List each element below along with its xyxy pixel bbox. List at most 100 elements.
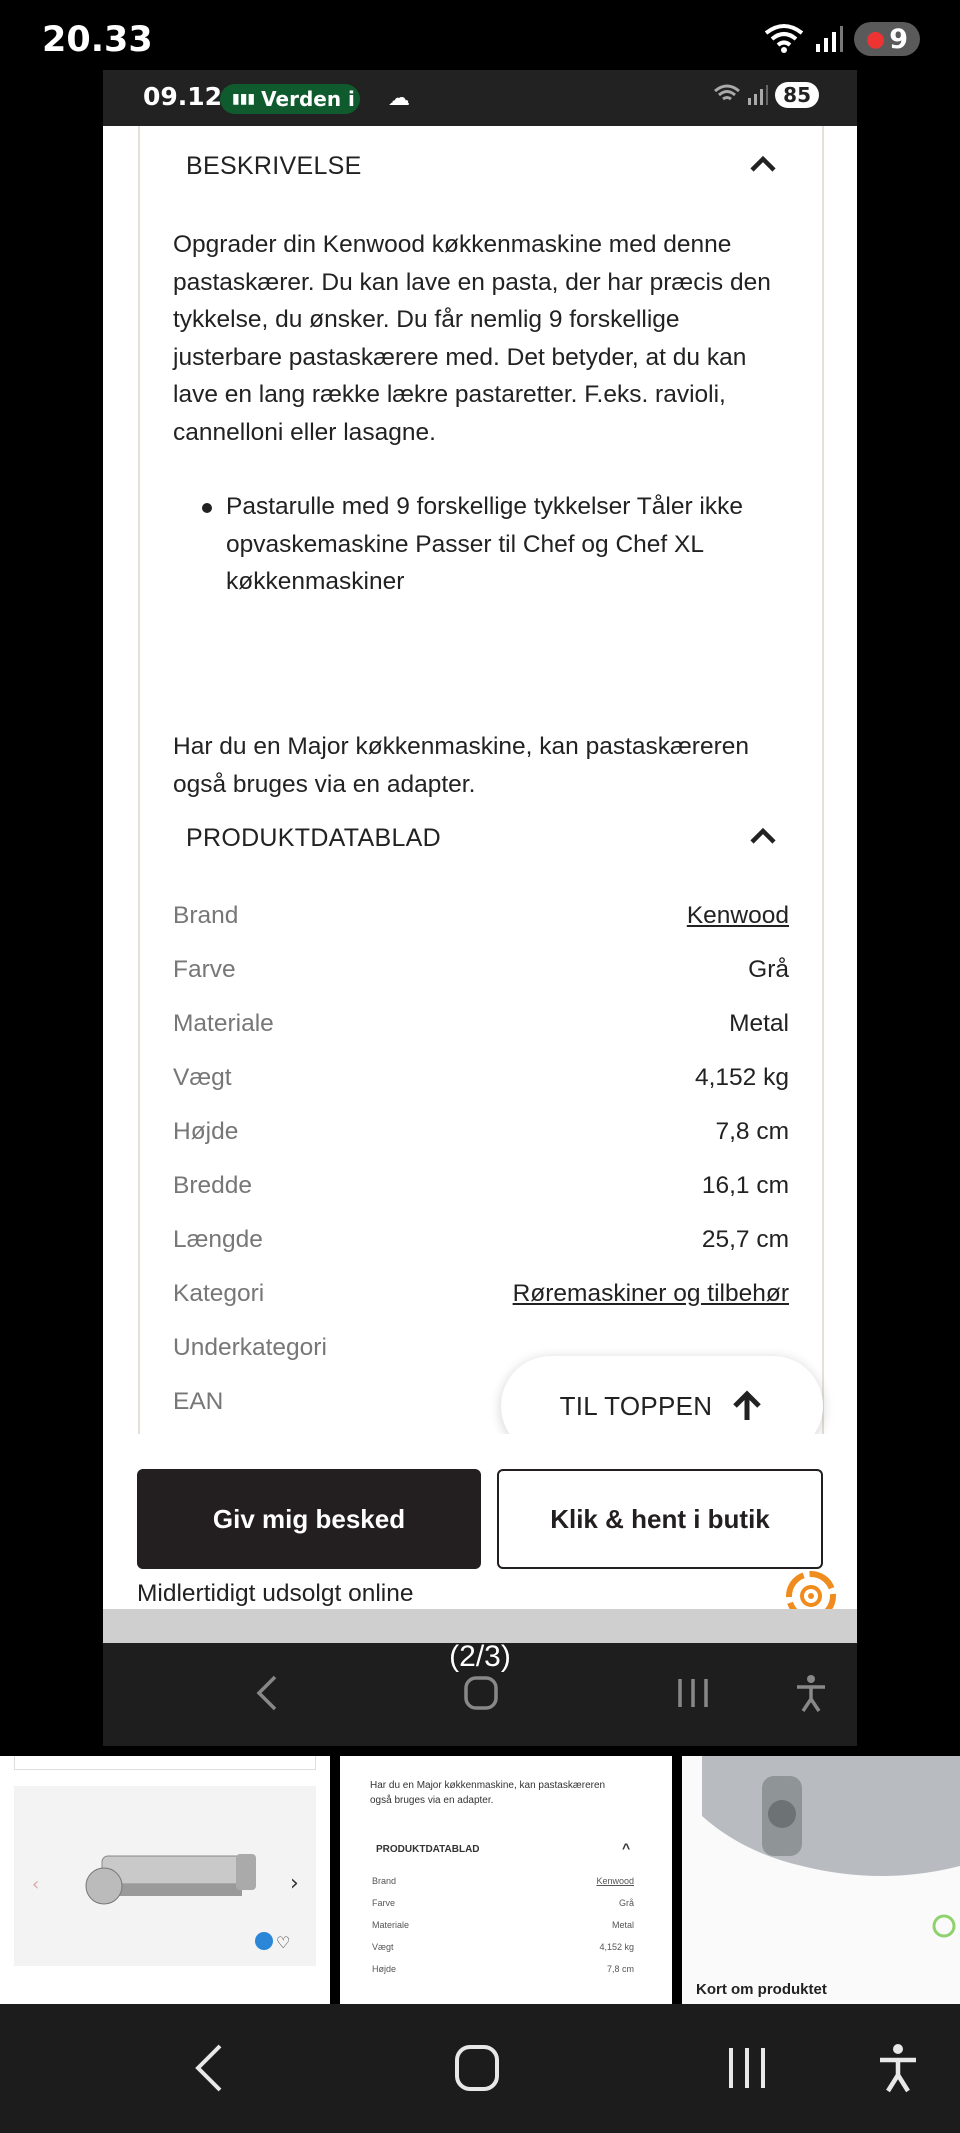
pasta-cutter-image: ‹ › ♡: [32, 1854, 299, 1952]
spec-label: Underkategori: [173, 1334, 327, 1361]
outer-battery-level: 9: [889, 23, 908, 55]
thumb-spec-row: Vægt 4,152 kg: [372, 1942, 634, 1964]
spec-label: Brand: [173, 902, 239, 929]
svg-text:‹: ‹: [32, 1874, 39, 1895]
back-icon[interactable]: [192, 2042, 228, 2094]
purchase-bar: Giv mig besked Klik & hent i butik Midle…: [103, 1434, 857, 1621]
product-details-card: BESKRIVELSE Opgrader din Kenwood køkkenm…: [138, 126, 824, 1504]
arrow-up-icon: [733, 1390, 762, 1420]
description-bullet: Pastarulle med 9 forskellige tykkelser T…: [226, 493, 743, 595]
bullet-dot: [202, 503, 212, 513]
inner-battery-level: 85: [775, 82, 819, 108]
outer-navigation-bar: [0, 2004, 960, 2133]
thumb-note-line: Har du en Major køkkenmaskine, kan pasta…: [370, 1780, 606, 1791]
spec-value: 4,152 kg: [695, 1064, 789, 1091]
spec-label: Længde: [173, 1226, 263, 1253]
thumb-note: Har du en Major køkkenmaskine, kan pasta…: [370, 1778, 605, 1808]
thumb-spec-value: 7,8 cm: [606, 1964, 634, 1974]
description-header[interactable]: BESKRIVELSE: [186, 152, 362, 181]
thumb-spec-label: Farve: [372, 1898, 396, 1908]
gallery-counter: (2/3): [449, 1640, 511, 1673]
thumb-spec-label: Højde: [372, 1964, 397, 1974]
notification-text: Verden i: [261, 87, 355, 111]
recent-apps-icon[interactable]: [725, 2042, 769, 2094]
outer-battery-badge: ● 9: [854, 22, 920, 56]
live-notification-pill[interactable]: ▮▮▮ Verden i: [220, 84, 360, 114]
screenshot-thumbnails: ‹ › ♡ Har du en Major køkkenmaskine, kan…: [0, 1756, 960, 2004]
outer-status-icons: ● 9: [764, 22, 920, 56]
accessibility-icon[interactable]: [793, 1673, 829, 1713]
thumb-spec-label: Brand: [372, 1876, 397, 1886]
spec-row-height: Højde 7,8 cm: [173, 1118, 789, 1158]
spec-label: EAN: [173, 1388, 224, 1415]
wifi-icon: [764, 24, 804, 53]
home-icon[interactable]: [463, 1673, 499, 1713]
click-collect-button[interactable]: Klik & hent i butik: [497, 1469, 823, 1569]
back-to-top-label: TIL TOPPEN: [559, 1390, 713, 1421]
category-link[interactable]: Røremaskiner og tilbehør: [513, 1280, 789, 1308]
spec-row-brand: Brand Kenwood: [173, 902, 789, 942]
adapter-note: Har du en Major køkkenmaskine, kan pasta…: [173, 733, 750, 798]
cloud-icon: ☁: [388, 86, 410, 111]
thumb-spec-row: Brand Kenwood: [372, 1876, 634, 1898]
brand-link[interactable]: Kenwood: [687, 902, 789, 930]
spec-value: 16,1 cm: [701, 1172, 789, 1199]
outer-clock: 20.33: [42, 20, 153, 60]
accessibility-icon[interactable]: [876, 2042, 920, 2094]
spec-value: Grå: [748, 956, 789, 983]
thumbnail-3[interactable]: Kort om produktet: [682, 1756, 960, 2004]
recent-apps-icon[interactable]: [675, 1673, 711, 1713]
thumbnail-1[interactable]: ‹ › ♡: [0, 1756, 330, 2004]
thumb-caption: Kort om produktet: [696, 1981, 827, 1998]
spec-row-length: Længde 25,7 cm: [173, 1226, 789, 1266]
back-icon[interactable]: [253, 1673, 283, 1713]
product-image: ‹ › ♡: [14, 1786, 316, 1966]
thumb-spec-value: Grå: [618, 1898, 634, 1908]
equalizer-icon: ▮▮▮: [232, 91, 256, 107]
inner-status-bar: 09.12 ▮▮▮ Verden i ☁ 85: [103, 70, 857, 126]
spec-label: Materiale: [173, 1010, 274, 1037]
gallery-strip: [103, 1609, 857, 1643]
chevron-up-icon[interactable]: [748, 822, 778, 852]
spec-value: 7,8 cm: [715, 1118, 789, 1145]
datasheet-header[interactable]: PRODUKTDATABLAD: [186, 824, 441, 853]
inner-status-icons: 85: [713, 82, 819, 108]
home-icon[interactable]: [454, 2042, 500, 2094]
signal-icon: [816, 26, 843, 52]
spec-label: Kategori: [173, 1280, 265, 1307]
signal-icon: [748, 85, 769, 105]
spec-label: Vægt: [173, 1064, 232, 1091]
thumb-spec-value: Kenwood: [596, 1876, 634, 1886]
spec-row-weight: Vægt 4,152 kg: [173, 1064, 789, 1104]
spec-row-category: Kategori Røremaskiner og tilbehør: [173, 1280, 789, 1320]
chevron-up-icon[interactable]: [748, 150, 778, 180]
svg-text:›: ›: [290, 1871, 299, 1896]
inner-screenshot: 09.12 ▮▮▮ Verden i ☁ 85 BESKRIVELSE Opgr…: [103, 70, 857, 1746]
thumb-note-line: også bruges via en adapter.: [370, 1795, 494, 1806]
product-page-content: BESKRIVELSE Opgrader din Kenwood køkkenm…: [103, 126, 857, 1504]
outer-status-bar: 20.33 ● 9: [0, 0, 960, 80]
spec-row-material: Materiale Metal: [173, 1010, 789, 1050]
thumb-top-box: [14, 1756, 316, 1770]
spec-value: 25,7 cm: [701, 1226, 789, 1253]
thumb-spec-row: Materiale Metal: [372, 1920, 634, 1942]
battery-saver-icon: ●: [866, 26, 886, 52]
notify-me-button[interactable]: Giv mig besked: [137, 1469, 481, 1569]
stock-status: Midlertidigt udsolgt online: [137, 1580, 414, 1607]
description-paragraph: Opgrader din Kenwood køkkenmaskine med d…: [173, 231, 771, 446]
spec-value: Metal: [729, 1010, 789, 1037]
spec-label: Højde: [173, 1118, 239, 1145]
spec-row-width: Bredde 16,1 cm: [173, 1172, 789, 1212]
thumb-spec-table: Brand Kenwood Farve Grå Materiale Metal Væg…: [372, 1876, 634, 1986]
thumbnail-2[interactable]: Har du en Major køkkenmaskine, kan pasta…: [340, 1756, 672, 2004]
spec-label: Farve: [173, 956, 236, 983]
wifi-icon: [714, 84, 741, 101]
thumb-spec-row: Højde 7,8 cm: [372, 1964, 634, 1986]
inner-clock: 09.12: [143, 82, 223, 111]
thumb-datasheet-header: PRODUKTDATABLAD: [376, 1844, 480, 1855]
product-closeup-image: Kort om produktet: [682, 1756, 960, 2004]
thumb-spec-row: Farve Grå: [372, 1898, 634, 1920]
thumb-spec-value: 4,152 kg: [599, 1942, 634, 1952]
thumb-spec-label: Vægt: [372, 1942, 394, 1952]
thumb-spec-label: Materiale: [372, 1920, 410, 1930]
